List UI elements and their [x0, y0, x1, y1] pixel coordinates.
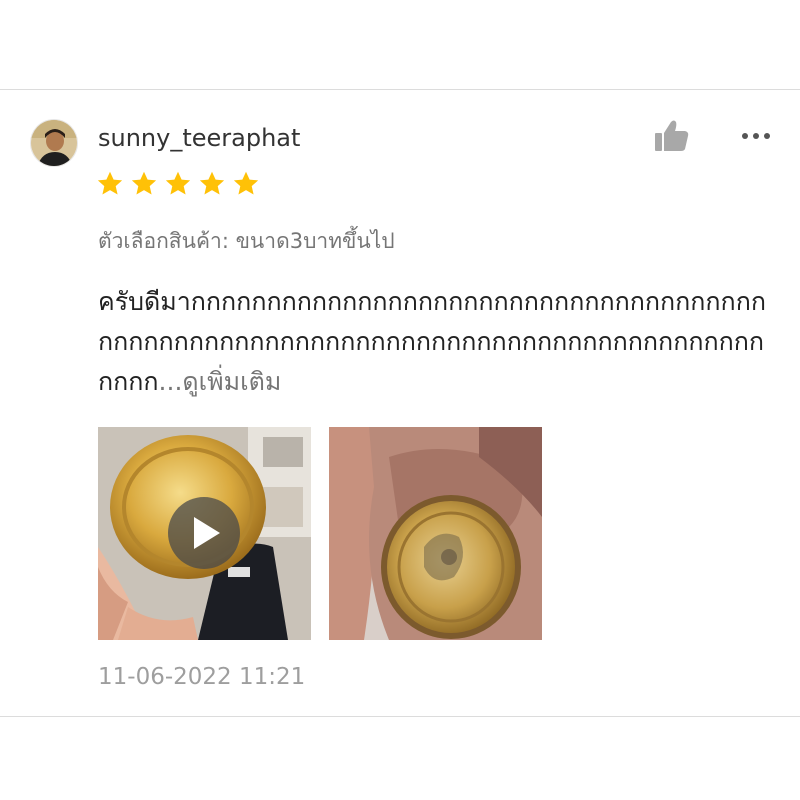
review-page: sunny_teeraphat ตัวเลือกสินค้า: ขนาด3บาท…: [0, 0, 800, 800]
thumbs-up-icon[interactable]: [651, 118, 691, 154]
top-divider: [0, 89, 800, 90]
star-icon: [165, 171, 191, 195]
review-video-thumbnail[interactable]: [98, 427, 311, 640]
bottom-divider: [0, 716, 800, 717]
review-comment: ครับดีมากกกกกกกกกกกกกกกกกกกกกกกกกกกกกกกก…: [98, 282, 778, 402]
star-icon: [233, 171, 259, 195]
see-more-link[interactable]: ...ดูเพิ่มเติม: [159, 367, 282, 396]
more-icon[interactable]: [740, 124, 772, 148]
review-photo-thumbnail[interactable]: [329, 427, 542, 640]
avatar[interactable]: [30, 119, 78, 167]
star-rating: [96, 170, 260, 202]
star-icon: [97, 171, 123, 195]
reviewer-username[interactable]: sunny_teeraphat: [98, 122, 300, 154]
review-timestamp: 11-06-2022 11:21: [98, 664, 306, 690]
star-icon: [199, 171, 225, 195]
product-variation: ตัวเลือกสินค้า: ขนาด3บาทขึ้นไป: [98, 229, 395, 253]
star-icon: [131, 171, 157, 195]
